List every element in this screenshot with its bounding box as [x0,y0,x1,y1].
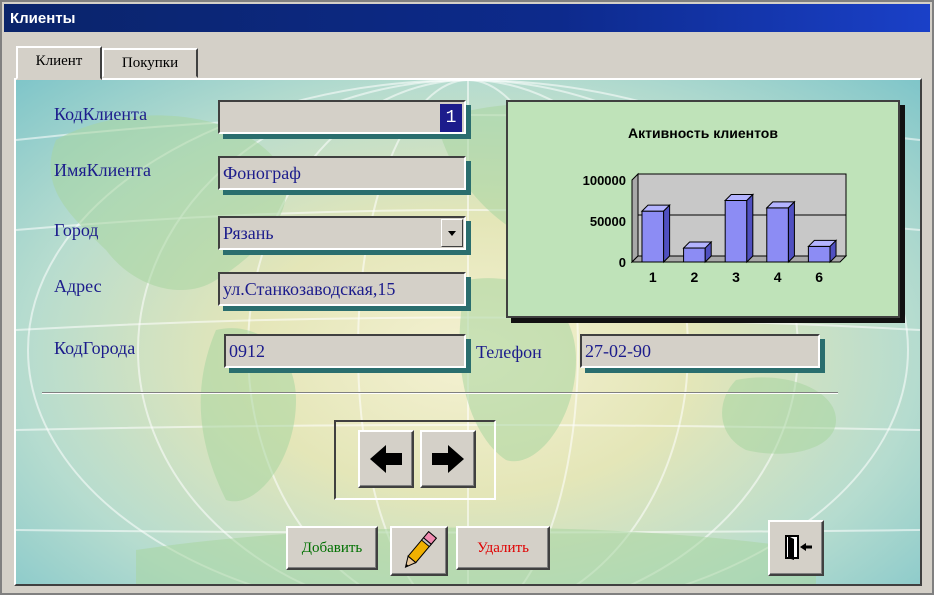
city-combobox[interactable]: Рязань [218,216,466,250]
title-bar: Клиенты [4,4,930,32]
chart-side-wall [631,172,639,264]
exit-door-icon [785,535,812,560]
delete-button[interactable]: Удалить [456,526,550,570]
arrow-right-icon [432,445,464,473]
clients-window: Клиенты Клиент Покупки КодКлиента 1 ИмяК… [0,0,934,595]
phone-label: Телефон [476,342,542,362]
client-name-label: ИмяКлиента [54,160,151,180]
add-button[interactable]: Добавить [286,526,378,570]
client-tab-panel: КодКлиента 1 ИмяКлиента Фонограф Город Р… [14,78,922,586]
chart-bar-side [787,200,795,264]
add-button-label: Добавить [301,540,363,556]
divider-line [42,392,838,394]
client-id-field[interactable]: 1 [218,100,466,134]
chart-x-tick-label: 2 [691,269,699,285]
chart-bar [724,200,748,263]
client-id-label: КодКлиента [54,104,148,124]
next-record-button[interactable] [420,430,476,488]
chart-bar [807,245,831,263]
phone-field[interactable]: 27-02-90 [580,334,820,368]
chart-bar [683,247,706,263]
tab-purchases[interactable]: Покупки [102,48,198,78]
record-navigation [334,420,496,500]
chart-x-tick-label: 6 [815,269,823,285]
city-code-label: КодГорода [54,338,136,358]
chart-bar-side [663,203,671,264]
chart-x-tick-label: 4 [774,269,782,285]
chart-title: Активность клиентов [628,125,778,141]
edit-button[interactable] [390,526,448,576]
city-value: Рязань [223,223,274,243]
activity-chart-svg: Активность клиентов 100000 50000 0 1 2 3 4 6 [583,125,848,285]
chart-bar [641,210,665,263]
city-code-field[interactable]: 0912 [224,334,466,368]
chevron-down-icon[interactable] [441,219,463,247]
address-label: Адрес [54,276,102,296]
chart-x-tick-label: 3 [732,269,740,285]
client-name-field[interactable]: Фонограф [218,156,466,190]
activity-chart: Активность клиентов 100000 50000 0 1 2 3 4 6 [506,100,900,318]
chart-bar-side [746,193,754,264]
arrow-left-icon [370,445,402,473]
client-id-value: 1 [440,104,462,132]
tab-client[interactable]: Клиент [16,46,102,80]
delete-button-label: Удалить [477,540,529,556]
chart-y-tick-label: 50000 [590,214,626,229]
window-title: Клиенты [10,10,76,27]
pencil-icon [404,530,438,568]
chart-x-tick-label: 1 [649,269,657,285]
city-label: Город [54,220,99,240]
exit-button[interactable] [768,520,824,576]
chart-bar [766,207,789,263]
chart-y-tick-label: 100000 [583,173,626,188]
chart-y-tick-label: 0 [619,255,626,270]
previous-record-button[interactable] [358,430,414,488]
address-field[interactable]: ул.Станкозаводская,15 [218,272,466,306]
